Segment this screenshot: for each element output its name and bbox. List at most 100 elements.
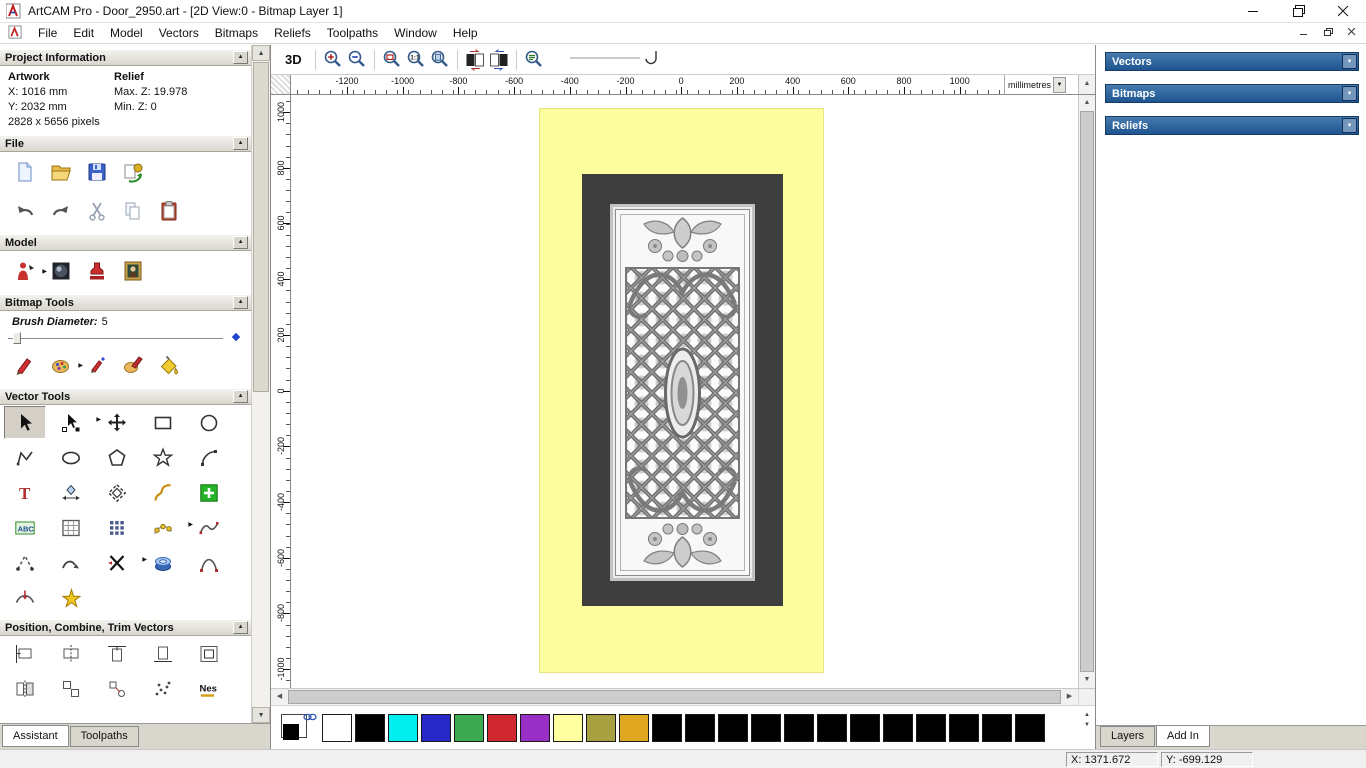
colour-swatch[interactable]	[817, 713, 847, 742]
drawing-viewport[interactable]	[291, 95, 1078, 688]
zoom-box-icon[interactable]	[380, 48, 404, 72]
panel-header-bitmaps[interactable]: Bitmaps ▼	[1105, 84, 1359, 103]
arc-tool-icon[interactable]	[188, 441, 230, 474]
transform-vectors-icon[interactable]	[96, 406, 138, 439]
scroll-up-icon[interactable]: ▲	[1080, 711, 1094, 719]
colour-swatch[interactable]	[949, 713, 979, 742]
measure-tool-icon[interactable]	[50, 476, 92, 509]
tab-add-in[interactable]: Add In	[1156, 725, 1210, 747]
lighting-material-icon[interactable]	[48, 258, 74, 284]
star-tool-icon[interactable]	[142, 441, 184, 474]
linked-colour-swatch[interactable]	[281, 712, 317, 743]
block-icon[interactable]	[50, 672, 92, 705]
menu-model[interactable]: Model	[102, 23, 151, 43]
select-vectors-icon[interactable]	[4, 406, 46, 439]
close-button[interactable]	[1321, 0, 1366, 23]
colour-swatch[interactable]	[454, 713, 484, 742]
align-left-icon[interactable]	[4, 637, 46, 670]
scroll-up-icon[interactable]: ▲	[1079, 95, 1095, 111]
colour-swatch[interactable]	[619, 713, 649, 742]
zoom-1to1-icon[interactable]: 1:1	[404, 48, 428, 72]
zoom-in-icon[interactable]	[321, 48, 345, 72]
offset-vector-icon[interactable]	[96, 476, 138, 509]
import-export-icon[interactable]	[120, 159, 146, 185]
set-model-size-icon[interactable]	[12, 258, 47, 284]
ellipse-tool-icon[interactable]	[50, 441, 92, 474]
collapse-button[interactable]: ▲	[233, 236, 249, 249]
colour-swatch[interactable]	[487, 713, 517, 742]
chevron-down-icon[interactable]: ▼	[1053, 76, 1067, 93]
collapse-button[interactable]: ▲	[233, 51, 249, 64]
redo-icon[interactable]	[48, 198, 74, 224]
undo-icon[interactable]	[12, 198, 38, 224]
notes-stamp-icon[interactable]	[84, 258, 110, 284]
brush-diameter-slider[interactable]	[8, 331, 224, 344]
fit-arcs-icon[interactable]	[188, 546, 230, 579]
canvas-horizontal-scrollbar[interactable]: ◀ ▶	[271, 688, 1095, 705]
zoom-objects-icon[interactable]	[522, 48, 546, 72]
colour-swatch[interactable]	[553, 713, 583, 742]
scroll-up-icon[interactable]: ▲	[252, 45, 270, 61]
toggle-bitmap-view-icon[interactable]	[463, 48, 487, 72]
envelope-distort-icon[interactable]	[50, 511, 92, 544]
vector-doctor-icon[interactable]	[50, 581, 92, 614]
scroll-right-icon[interactable]: ▶	[1061, 689, 1078, 705]
save-model-icon[interactable]	[84, 159, 110, 185]
collapse-button[interactable]: ▲	[233, 621, 249, 634]
cut-icon[interactable]	[84, 198, 110, 224]
colour-swatch[interactable]	[718, 713, 748, 742]
trim-vectors-icon[interactable]	[96, 546, 147, 579]
colour-picker-icon[interactable]	[120, 352, 146, 378]
view-3d-button[interactable]: 3D	[279, 50, 308, 69]
collapse-button[interactable]: ▲	[233, 296, 249, 309]
colour-swatch[interactable]	[916, 713, 946, 742]
load-relief-texture-icon[interactable]	[120, 258, 146, 284]
colour-swatch[interactable]	[751, 713, 781, 742]
align-centre-icon[interactable]	[50, 637, 92, 670]
document-icon[interactable]	[8, 25, 24, 41]
menu-toolpaths[interactable]: Toolpaths	[319, 23, 386, 43]
mdi-minimize-button[interactable]	[1296, 25, 1312, 39]
colour-swatch[interactable]	[652, 713, 682, 742]
circle-tool-icon[interactable]	[188, 406, 230, 439]
menu-window[interactable]: Window	[386, 23, 445, 43]
colour-swatch[interactable]	[322, 713, 352, 742]
units-selector[interactable]: millimetres ▼	[1004, 75, 1078, 94]
zoom-out-icon[interactable]	[345, 48, 369, 72]
colour-swatch[interactable]	[685, 713, 715, 742]
align-bottom-icon[interactable]	[142, 637, 184, 670]
chevron-down-icon[interactable]: ▼	[1342, 118, 1357, 133]
menu-file[interactable]: File	[30, 23, 65, 43]
menu-reliefs[interactable]: Reliefs	[266, 23, 319, 43]
colour-swatch[interactable]	[520, 713, 550, 742]
flood-fill-icon[interactable]	[156, 352, 182, 378]
restore-button[interactable]	[1276, 0, 1321, 23]
chevron-down-icon[interactable]: ▼	[1342, 54, 1357, 69]
colour-swatch[interactable]	[850, 713, 880, 742]
scroll-left-icon[interactable]: ◀	[271, 689, 288, 705]
scatter-icon[interactable]	[142, 672, 184, 705]
align-contour-icon[interactable]	[188, 637, 230, 670]
draw-icon[interactable]	[84, 352, 110, 378]
zoom-page-icon[interactable]	[428, 48, 452, 72]
collapse-button[interactable]: ▲	[233, 390, 249, 403]
tab-toolpaths[interactable]: Toolpaths	[69, 726, 139, 747]
smooth-polyline-icon[interactable]	[188, 511, 230, 544]
snap-icon[interactable]	[96, 672, 138, 705]
block-copy-icon[interactable]	[96, 511, 138, 544]
slider-handle[interactable]	[13, 331, 21, 344]
colour-swatch[interactable]	[982, 713, 1012, 742]
colour-swatch[interactable]	[883, 713, 913, 742]
minimize-button[interactable]	[1231, 0, 1276, 23]
mirror-icon[interactable]	[4, 672, 46, 705]
scroll-down-icon[interactable]: ▼	[1080, 721, 1094, 729]
chevron-down-icon[interactable]: ▼	[1342, 86, 1357, 101]
paint-icon[interactable]	[12, 352, 38, 378]
scroll-up-icon[interactable]: ▲	[1078, 75, 1095, 94]
paste-icon[interactable]	[156, 198, 182, 224]
paste-along-curve-icon[interactable]	[142, 511, 193, 544]
scroll-down-icon[interactable]: ▼	[1079, 672, 1095, 688]
tab-layers[interactable]: Layers	[1100, 726, 1156, 747]
scroll-down-icon[interactable]: ▼	[252, 707, 270, 723]
menu-vectors[interactable]: Vectors	[151, 23, 207, 43]
